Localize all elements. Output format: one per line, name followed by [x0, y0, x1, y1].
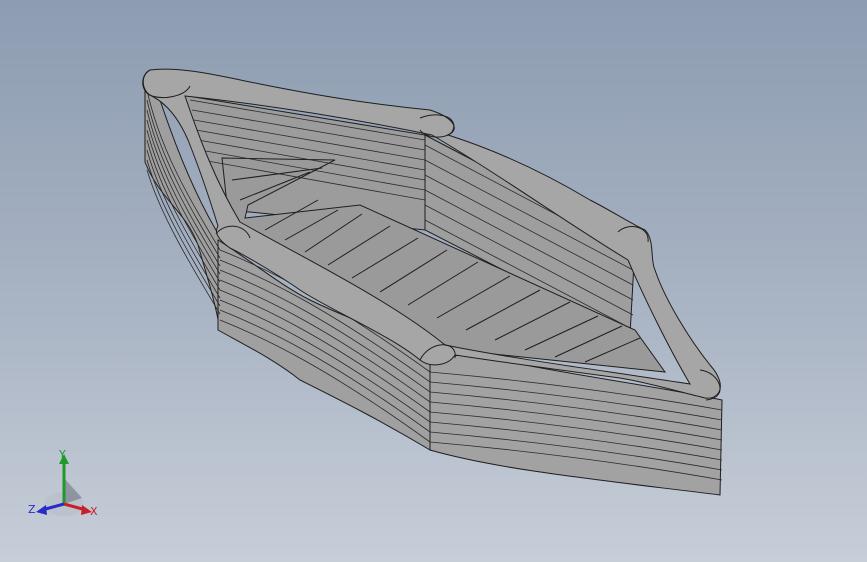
graphics-viewport[interactable]: Y Z X [0, 0, 867, 562]
coordinate-triad[interactable]: Y Z X [22, 446, 112, 526]
axis-label-y: Y [59, 448, 66, 461]
axis-label-x: X [90, 505, 98, 518]
boat-model-3d[interactable] [0, 0, 867, 562]
axis-label-z: Z [28, 503, 36, 516]
